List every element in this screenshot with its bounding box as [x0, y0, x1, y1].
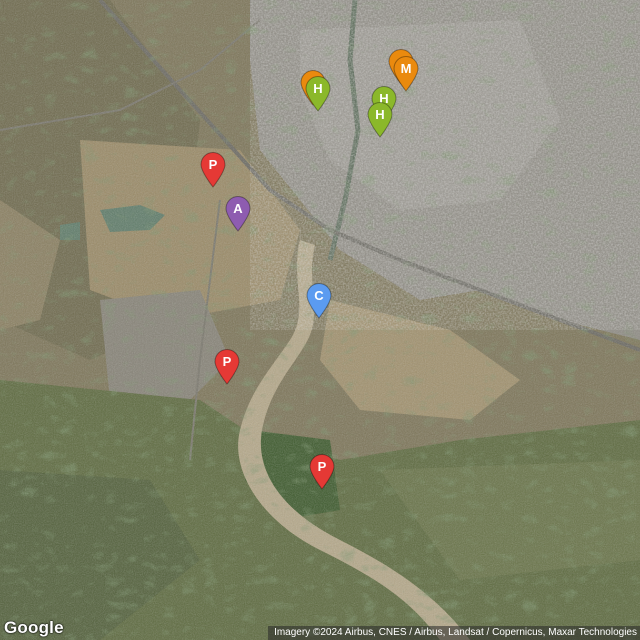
map-attribution[interactable]: Imagery ©2024 Airbus, CNES / Airbus, Lan…	[268, 626, 640, 640]
map-marker-p-2[interactable]: P	[214, 349, 240, 385]
marker-label: C	[314, 288, 324, 303]
marker-label: H	[313, 81, 323, 96]
map-marker-p-3[interactable]: P	[309, 454, 335, 490]
map-marker-h-3[interactable]: H	[367, 102, 393, 138]
map-marker-p-1[interactable]: P	[200, 152, 226, 188]
marker-label: H	[375, 107, 385, 122]
map-marker-c[interactable]: C	[306, 283, 332, 319]
satellite-map[interactable]: P A C P P H M H H Google Imagery ©2024 A…	[0, 0, 640, 640]
marker-label: P	[222, 354, 232, 369]
marker-label: P	[317, 459, 327, 474]
marker-label: P	[208, 157, 218, 172]
marker-label: M	[400, 61, 412, 76]
map-marker-h-1[interactable]: H	[305, 76, 331, 112]
google-logo: Google	[4, 618, 64, 637]
map-marker-a[interactable]: A	[225, 196, 251, 232]
marker-label: A	[233, 201, 243, 216]
